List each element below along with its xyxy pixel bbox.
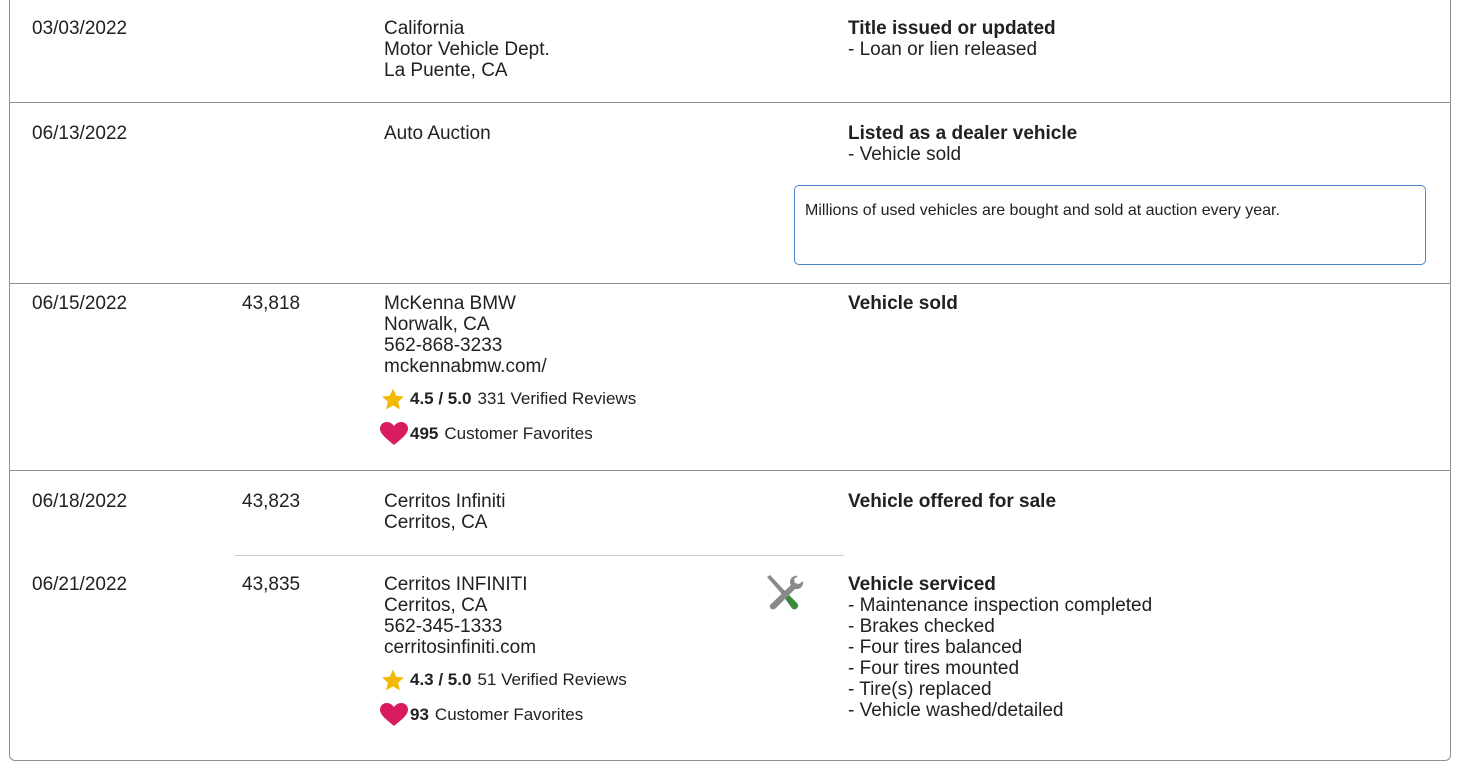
favorites-label: Customer Favorites bbox=[444, 424, 593, 443]
comment-item: - Tire(s) replaced bbox=[848, 679, 992, 700]
rating-score: 4.3 / 5.0 bbox=[410, 670, 472, 689]
comment-title: Vehicle serviced bbox=[848, 574, 996, 595]
favorites-label: Customer Favorites bbox=[434, 705, 584, 724]
favorites-count: 495 bbox=[410, 424, 439, 443]
comment-title: Vehicle offered for sale bbox=[848, 491, 1057, 512]
record-comments: Vehicle serviced - Maintenance inspectio… bbox=[848, 574, 1152, 721]
dealer-rating[interactable]: 4.3 / 5.0 51 Verified Reviews bbox=[380, 667, 627, 693]
favorites-count: 93 bbox=[410, 705, 429, 724]
record-source: California Motor Vehicle Dept. La Puente… bbox=[384, 18, 550, 81]
heart-icon bbox=[380, 421, 410, 447]
record-comments: Vehicle offered for sale bbox=[848, 491, 1056, 512]
rating-reviews: 51 Verified Reviews bbox=[477, 670, 627, 689]
source-name-link[interactable]: Cerritos INFINITI bbox=[384, 574, 627, 595]
record-source: Cerritos INFINITI Cerritos, CA 562-345-1… bbox=[380, 574, 627, 728]
row-divider bbox=[10, 283, 1450, 284]
record-source: Auto Auction bbox=[384, 123, 491, 144]
record-date: 03/03/2022 bbox=[32, 18, 128, 39]
source-phone: 562-345-1333 bbox=[384, 616, 503, 637]
dealer-favorites[interactable]: 93 Customer Favorites bbox=[380, 702, 627, 728]
comment-item: - Four tires mounted bbox=[848, 658, 1020, 679]
source-name-link[interactable]: Cerritos Infiniti bbox=[384, 491, 505, 512]
comment-item: - Vehicle washed/detailed bbox=[848, 700, 1064, 721]
dealer-rating[interactable]: 4.5 / 5.0 331 Verified Reviews bbox=[380, 386, 636, 412]
rating-reviews: 331 Verified Reviews bbox=[477, 389, 637, 408]
record-source: Cerritos Infiniti Cerritos, CA bbox=[384, 491, 505, 533]
source-line: Motor Vehicle Dept. bbox=[384, 39, 550, 60]
comment-title: Vehicle sold bbox=[848, 293, 958, 314]
source-name-link[interactable]: McKenna BMW bbox=[384, 293, 636, 314]
record-date: 06/21/2022 bbox=[32, 574, 128, 595]
table-row: 06/18/2022 43,823 Cerritos Infiniti Cerr… bbox=[10, 491, 1450, 551]
service-tools-icon bbox=[762, 572, 806, 617]
comment-title: Listed as a dealer vehicle bbox=[848, 123, 1078, 144]
record-comments: Listed as a dealer vehicle - Vehicle sol… bbox=[848, 123, 1077, 165]
comment-item: - Brakes checked bbox=[848, 616, 995, 637]
comment-title: Title issued or updated bbox=[848, 18, 1056, 39]
table-row: 06/21/2022 43,835 Cerritos INFINITI Cerr… bbox=[10, 574, 1450, 754]
source-line: Cerritos, CA bbox=[384, 595, 488, 616]
heart-icon bbox=[380, 702, 410, 728]
record-date: 06/13/2022 bbox=[32, 123, 128, 144]
comment-item: - Vehicle sold bbox=[848, 144, 962, 165]
record-source: McKenna BMW Norwalk, CA 562-868-3233 mck… bbox=[380, 293, 636, 447]
table-row: 03/03/2022 California Motor Vehicle Dept… bbox=[10, 18, 1450, 98]
auction-note: Millions of used vehicles are bought and… bbox=[794, 185, 1426, 265]
source-line: Norwalk, CA bbox=[384, 314, 490, 335]
record-mileage: 43,823 bbox=[242, 491, 301, 512]
row-divider bbox=[10, 102, 1450, 103]
dealer-favorites[interactable]: 495 Customer Favorites bbox=[380, 421, 636, 447]
record-comments: Vehicle sold bbox=[848, 293, 958, 314]
vehicle-history-table: 03/03/2022 California Motor Vehicle Dept… bbox=[9, 0, 1451, 761]
source-line: Auto Auction bbox=[384, 123, 491, 144]
comment-item: - Loan or lien released bbox=[848, 39, 1038, 60]
record-date: 06/18/2022 bbox=[32, 491, 128, 512]
comment-item: - Maintenance inspection completed bbox=[848, 595, 1153, 616]
star-icon bbox=[380, 386, 410, 412]
source-phone: 562-868-3233 bbox=[384, 335, 503, 356]
record-date: 06/15/2022 bbox=[32, 293, 128, 314]
source-line: Cerritos, CA bbox=[384, 512, 488, 533]
rating-score: 4.5 / 5.0 bbox=[410, 389, 472, 408]
record-mileage: 43,818 bbox=[242, 293, 301, 314]
source-line: California bbox=[384, 18, 465, 39]
record-comments: Title issued or updated - Loan or lien r… bbox=[848, 18, 1056, 60]
source-line: La Puente, CA bbox=[384, 60, 508, 81]
source-website[interactable]: mckennabmw.com/ bbox=[384, 356, 636, 377]
comment-item: - Four tires balanced bbox=[848, 637, 1023, 658]
table-row: 06/15/2022 43,818 McKenna BMW Norwalk, C… bbox=[10, 293, 1450, 473]
row-divider bbox=[235, 555, 844, 556]
row-divider bbox=[10, 470, 1450, 471]
record-mileage: 43,835 bbox=[242, 574, 301, 595]
source-website[interactable]: cerritosinfiniti.com bbox=[384, 637, 627, 658]
star-icon bbox=[380, 667, 410, 693]
